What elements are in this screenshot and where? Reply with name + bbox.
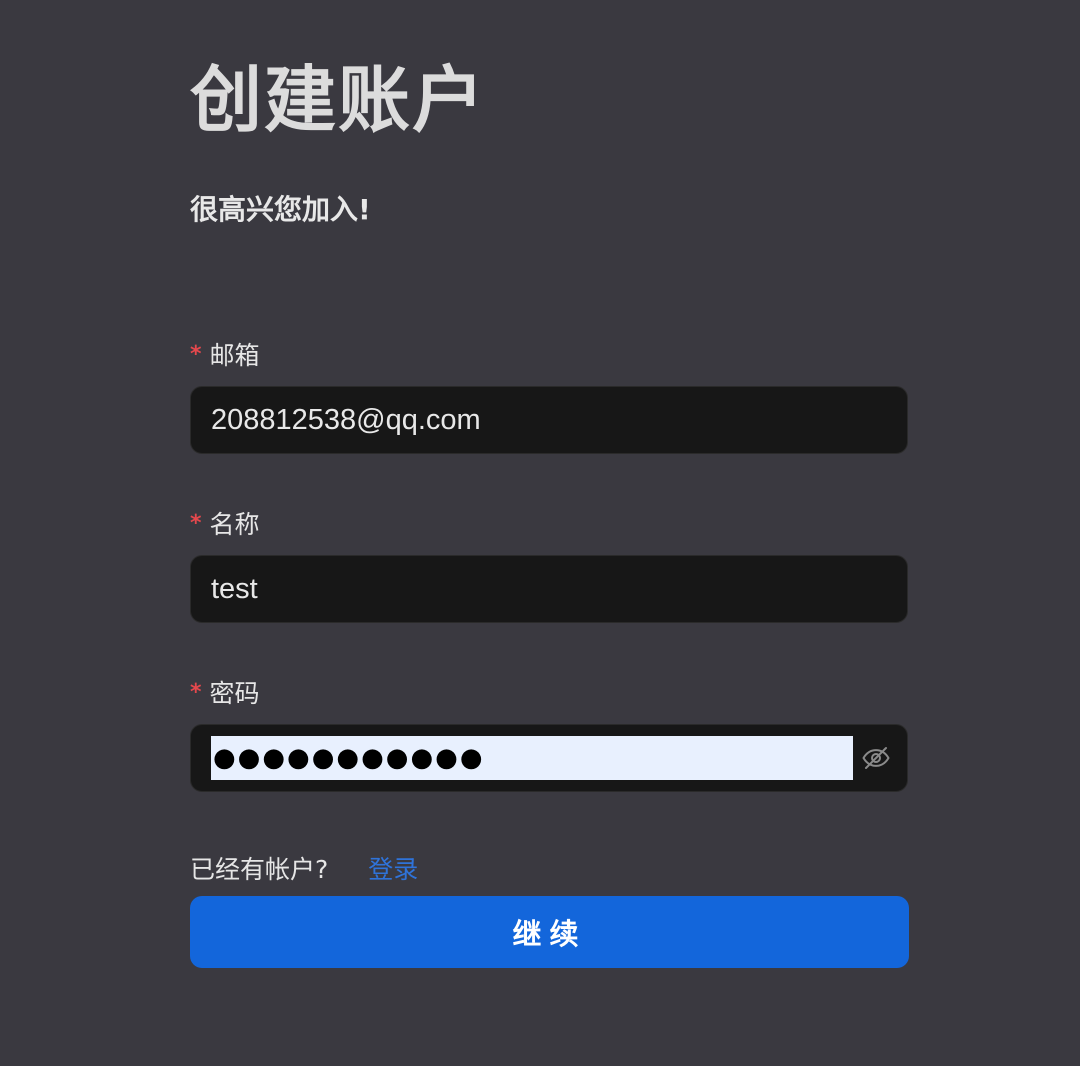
have-account-text: 已经有帐户?: [190, 855, 329, 884]
password-label-text: 密码: [209, 679, 260, 708]
password-field[interactable]: [213, 743, 853, 773]
password-autofill-highlight: [211, 736, 853, 780]
required-mark: *: [190, 510, 202, 536]
page-subtitle: 很高兴您加入!: [190, 193, 371, 226]
name-field-container: [190, 555, 908, 623]
name-label-text: 名称: [209, 510, 260, 539]
continue-button[interactable]: 继续: [190, 896, 909, 968]
email-label-text: 邮箱: [209, 341, 260, 370]
required-mark: *: [190, 341, 202, 367]
login-prompt-row: 已经有帐户? 登录: [190, 850, 418, 886]
password-field-container: [190, 724, 908, 792]
name-label: * 名称: [190, 505, 260, 541]
login-link[interactable]: 登录: [368, 850, 418, 886]
email-label: * 邮箱: [190, 336, 260, 372]
email-field[interactable]: [211, 403, 907, 437]
eye-off-icon[interactable]: [861, 743, 891, 773]
password-label: * 密码: [190, 674, 260, 710]
page-title: 创建账户: [190, 58, 487, 142]
required-mark: *: [190, 679, 202, 705]
name-field[interactable]: [211, 572, 907, 606]
email-field-container: [190, 386, 908, 454]
